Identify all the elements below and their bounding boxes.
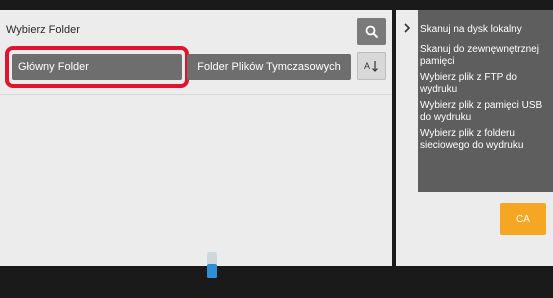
menu-item-print-network[interactable]: Wybierz plik z folderu sieciowego do wyd… xyxy=(418,127,553,155)
sort-button[interactable]: A xyxy=(357,52,386,80)
chevron-right-icon xyxy=(404,22,411,33)
search-button[interactable] xyxy=(357,18,386,45)
temp-folder-label: Folder Plików Tymczasowych xyxy=(197,61,341,73)
main-folder-label: Główny Folder xyxy=(18,61,89,73)
toner-icon xyxy=(207,252,217,278)
list-divider xyxy=(0,94,392,95)
temp-folder-button[interactable]: Folder Plików Tymczasowych xyxy=(187,54,351,80)
search-icon xyxy=(365,25,378,38)
side-menu-toggle[interactable] xyxy=(396,10,418,45)
status-bar xyxy=(0,266,553,298)
menu-item-scan-external[interactable]: Skanuj do zewnęwnętrznej pamięci xyxy=(418,43,553,71)
file-browser-panel: Wybierz Folder Główny Folder Folder Plik… xyxy=(0,10,392,266)
ca-button[interactable]: CA xyxy=(500,203,546,235)
sort-icon: A xyxy=(364,61,378,72)
menu-item-scan-local[interactable]: Skanuj na dysk lokalny xyxy=(418,15,553,43)
side-menu: Skanuj na dysk lokalny Skanuj do zewnęwn… xyxy=(418,10,553,192)
menu-item-print-usb[interactable]: Wybierz plik z pamięci USB do wydruku xyxy=(418,99,553,127)
side-panel: Skanuj na dysk lokalny Skanuj do zewnęwn… xyxy=(396,10,553,266)
svg-text:A: A xyxy=(364,61,370,71)
main-folder-button[interactable]: Główny Folder xyxy=(12,54,182,80)
menu-item-print-ftp[interactable]: Wybierz plik z FTP do wydruku xyxy=(418,71,553,99)
panel-title: Wybierz Folder xyxy=(6,24,80,36)
